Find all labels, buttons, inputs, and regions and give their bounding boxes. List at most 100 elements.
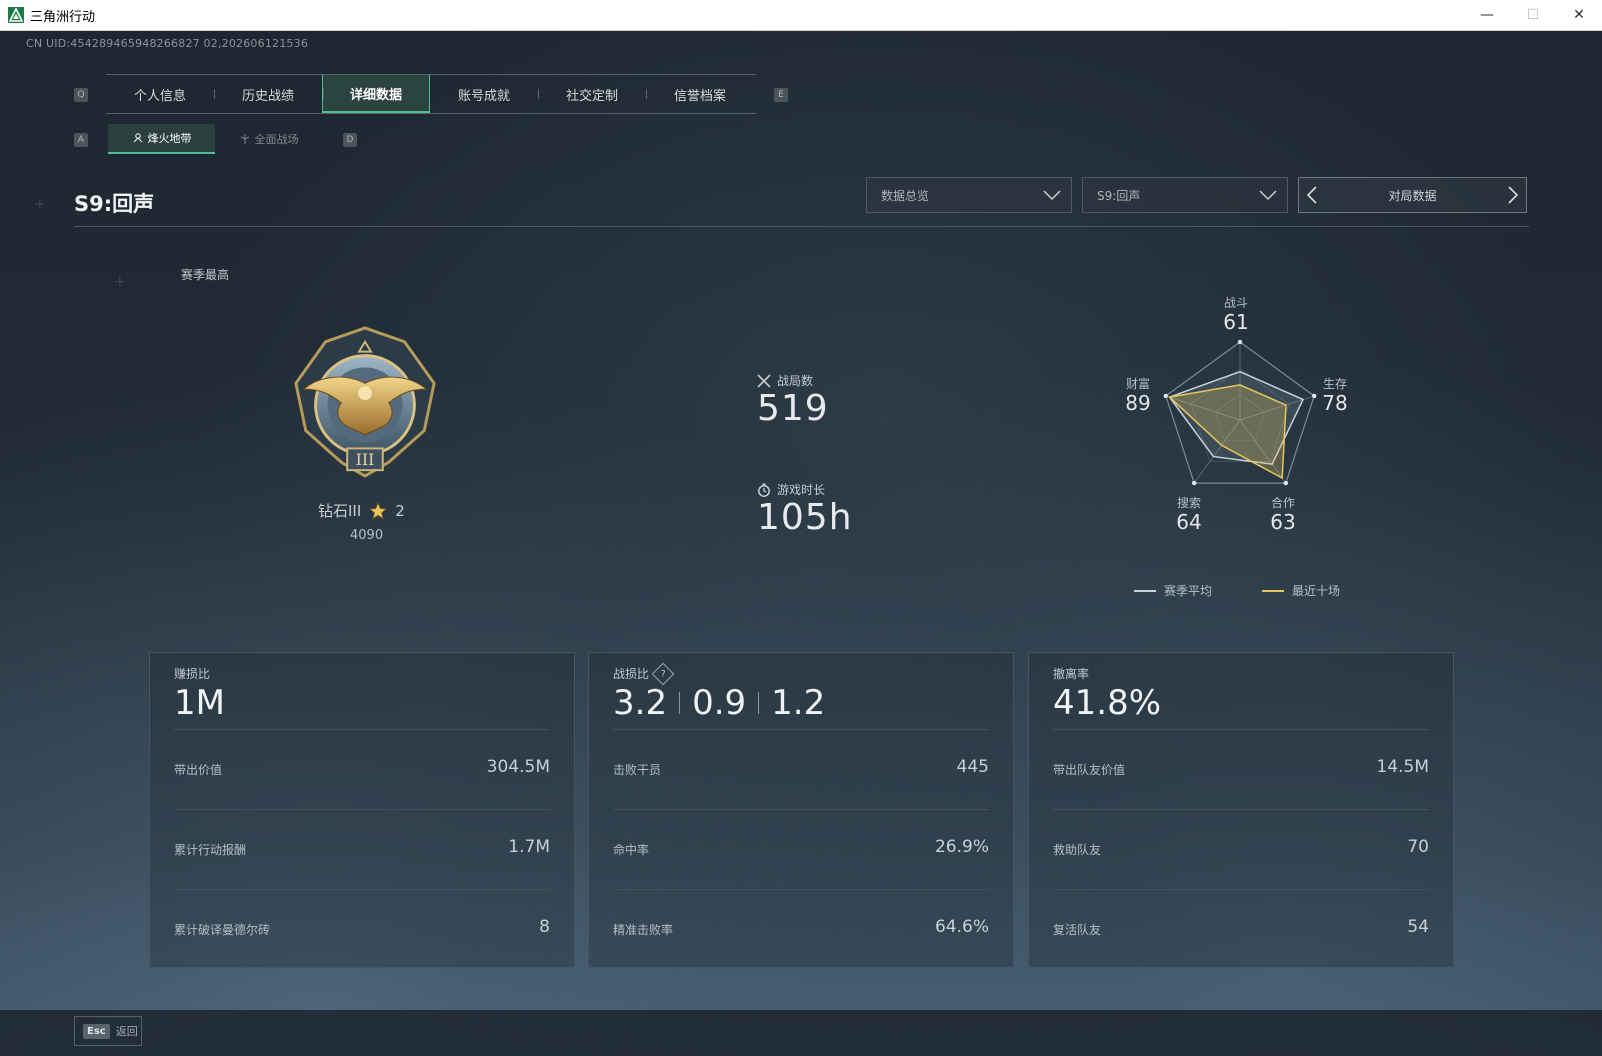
kd-ratio-card: 战损比 ? 3.2 0.9 1.2 击败干员 445 命中率 26.9% 精准击… <box>588 652 1014 968</box>
warfare-icon <box>240 134 249 144</box>
dropdown-value: 数据总览 <box>881 188 930 203</box>
stopwatch-icon <box>758 483 770 497</box>
row-label: 命中率 <box>613 843 650 857</box>
match-data-pager: 对局数据 <box>1298 177 1527 213</box>
card-divider <box>1053 889 1429 890</box>
row-value: 1.7M <box>508 837 550 857</box>
mode-subtab-bar: 烽火地带 全面战场 <box>108 124 322 154</box>
profit-loss-value: 1M <box>174 683 225 723</box>
window-title: 三角洲行动 <box>30 9 96 25</box>
subtab-prev-key-hint: A <box>74 133 88 147</box>
tab-credit-record[interactable]: 信誉档案 <box>646 75 754 113</box>
row-value: 304.5M <box>486 757 550 777</box>
decor-cross: + <box>1552 868 1564 884</box>
tab-social-custom[interactable]: 社交定制 <box>538 75 646 113</box>
radar-vertex-dot <box>1237 339 1243 345</box>
legend-recent-ten: 最近十场 <box>1262 582 1340 599</box>
row-value: 54 <box>1407 917 1429 937</box>
card-title: 赚损比 <box>174 667 211 681</box>
value-separator <box>758 692 760 714</box>
radar-axis-label-combat: 战斗 <box>1223 296 1248 310</box>
tab-personal-info[interactable]: 个人信息 <box>106 75 214 113</box>
playtime-label: 游戏时长 <box>777 483 826 497</box>
card-divider <box>613 889 989 890</box>
subtab-operations-zone[interactable]: 烽火地带 <box>108 124 215 154</box>
radar-vertex-dot <box>1191 480 1197 486</box>
rank-score: 4090 <box>350 528 384 543</box>
row-value: 14.5M <box>1376 757 1429 777</box>
player-uid: CN UID:454289465948266827 02,20260612153… <box>26 37 309 50</box>
row-label: 累计行动报酬 <box>174 843 247 857</box>
kd-value-2: 0.9 <box>692 683 747 723</box>
chevron-right-icon <box>1508 186 1518 204</box>
maximize-button[interactable]: ☐ <box>1510 0 1556 30</box>
radar-axis-value-survival: 78 <box>1322 391 1348 415</box>
matches-stat-label: 战局数 <box>757 372 813 389</box>
row-value: 26.9% <box>934 837 989 857</box>
data-mode-dropdown[interactable]: 数据总览 <box>866 177 1072 213</box>
kd-ratio-values: 3.2 0.9 1.2 <box>613 683 825 723</box>
rank-name: 钻石III 2 <box>318 500 405 521</box>
card-divider <box>613 729 989 730</box>
matches-label: 战局数 <box>777 374 814 388</box>
esc-key-hint: Esc <box>83 1023 110 1039</box>
row-value: 8 <box>539 917 550 937</box>
radar-axis-label-search: 搜索 <box>1176 496 1201 510</box>
value-separator <box>679 692 681 714</box>
main-tab-bar: 个人信息 历史战绩 详细数据 账号成就 社交定制 信誉档案 <box>106 74 756 114</box>
row-label: 击败干员 <box>613 763 662 777</box>
pager-next-button[interactable] <box>1500 186 1526 204</box>
subtab-next-key-hint: D <box>343 133 357 147</box>
extraction-rate-value: 41.8% <box>1053 683 1162 723</box>
tab-history[interactable]: 历史战绩 <box>214 75 322 113</box>
subtab-label: 烽火地带 <box>147 132 192 145</box>
decor-cross: + <box>1472 790 1484 806</box>
back-label: 返回 <box>115 1025 138 1038</box>
card-title: 战损比 <box>613 667 650 681</box>
playtime-value: 105h <box>757 497 853 538</box>
tab-detailed-data[interactable]: 详细数据 <box>322 75 430 113</box>
game-window: 三角洲行动 — ☐ ✕ + + + + CN UID:4542894659482… <box>0 0 1602 1056</box>
kd-value-3: 1.2 <box>771 683 826 723</box>
decor-cross: + <box>34 196 46 212</box>
diamond-rank-badge-icon: III <box>294 326 436 478</box>
tab-next-key-hint: E <box>774 88 788 102</box>
profit-loss-card: 赚损比 1M 带出价值 304.5M 累计行动报酬 1.7M 累计破译曼德尔砖 … <box>149 652 575 968</box>
card-divider <box>174 809 550 810</box>
row-value: 64.6% <box>934 917 989 937</box>
season-dropdown[interactable]: S9:回声 <box>1082 177 1288 213</box>
radar-axis-label-wealth: 财富 <box>1125 377 1150 391</box>
operations-zone-icon <box>133 133 142 143</box>
playtime-stat-label: 游戏时长 <box>757 481 825 498</box>
kd-value-1: 3.2 <box>613 683 668 723</box>
card-title: 撤离率 <box>1053 667 1090 681</box>
radar-axis-value-teamwork: 63 <box>1270 510 1296 534</box>
matches-value: 519 <box>757 388 829 429</box>
card-divider <box>613 809 989 810</box>
tab-achievements[interactable]: 账号成就 <box>430 75 538 113</box>
row-label: 带出队友价值 <box>1053 763 1126 777</box>
back-button[interactable]: Esc 返回 <box>74 1016 142 1046</box>
subtab-warfare[interactable]: 全面战场 <box>215 124 322 154</box>
chevron-down-icon <box>1043 190 1061 200</box>
row-label: 累计破译曼德尔砖 <box>174 923 271 937</box>
legend-swatch <box>1134 589 1156 592</box>
legend-label: 赛季平均 <box>1164 584 1213 598</box>
close-button[interactable]: ✕ <box>1556 0 1602 30</box>
legend-season-avg: 赛季平均 <box>1134 582 1212 599</box>
pager-prev-button[interactable] <box>1299 186 1325 204</box>
chevron-left-icon <box>1307 186 1317 204</box>
page-title: S9:回声 <box>74 192 155 216</box>
subtab-label: 全面战场 <box>254 133 299 146</box>
bottom-bar <box>0 1010 1602 1056</box>
card-divider <box>1053 809 1429 810</box>
header-divider <box>74 226 1529 227</box>
minimize-button[interactable]: — <box>1464 0 1510 30</box>
tab-prev-key-hint: Q <box>74 88 88 102</box>
dropdown-value: S9:回声 <box>1097 188 1141 203</box>
help-icon[interactable]: ? <box>651 662 675 685</box>
rank-title: 钻石III <box>318 502 362 520</box>
app-logo-icon <box>8 7 24 23</box>
radar-axis-value-combat: 61 <box>1223 310 1249 334</box>
crossed-swords-icon <box>757 373 771 388</box>
